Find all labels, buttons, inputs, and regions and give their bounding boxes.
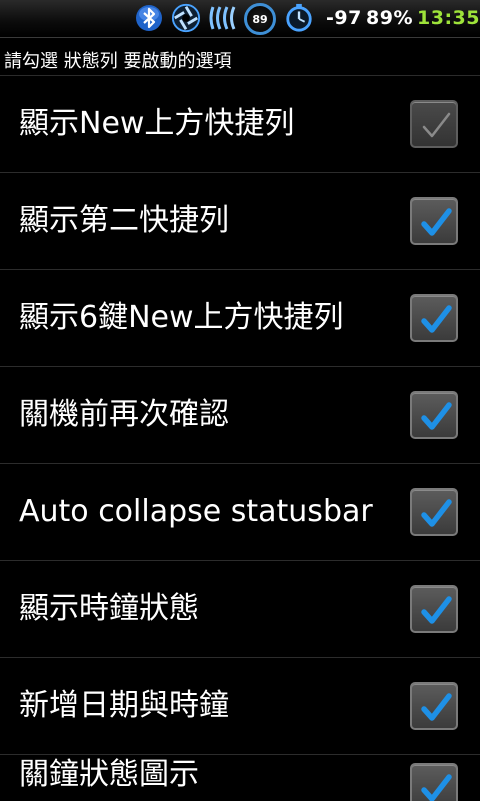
- status-bar: 89 -97 89% 13:35: [0, 0, 480, 38]
- checkmark-icon: [422, 112, 451, 138]
- preference-checkbox[interactable]: [410, 197, 458, 245]
- battery-level: 89: [252, 12, 268, 26]
- section-header: 請勾選 狀態列 要啟動的選項: [0, 38, 480, 76]
- signal-strength: -97: [326, 7, 362, 29]
- preference-checkbox[interactable]: [410, 488, 458, 536]
- checkmark-icon: [421, 208, 452, 236]
- checkmark-icon: [421, 774, 452, 801]
- preference-checkbox[interactable]: [410, 100, 458, 148]
- section-header-title: 請勾選 狀態列 要啟動的選項: [4, 51, 232, 72]
- preference-label: Auto collapse statusbar: [19, 494, 373, 529]
- preference-row[interactable]: 關鐘狀態圖示: [0, 755, 480, 801]
- preference-row[interactable]: Auto collapse statusbar: [0, 464, 480, 561]
- battery-percent: 89%: [366, 7, 413, 29]
- preference-list: 顯示New上方快捷列 顯示第二快捷列 顯示6鍵New上方快捷列 關機前再次確認 …: [0, 76, 480, 801]
- preference-checkbox[interactable]: [410, 585, 458, 633]
- preference-row[interactable]: 顯示時鐘狀態: [0, 561, 480, 658]
- aperture-icon: [171, 3, 201, 33]
- preference-label: 顯示6鍵New上方快捷列: [19, 300, 344, 335]
- stopwatch-icon: [286, 3, 312, 32]
- preference-label: 顯示時鐘狀態: [19, 591, 199, 626]
- checkmark-icon: [421, 305, 452, 333]
- bluetooth-icon: [136, 5, 162, 31]
- wifi-signal-icon: [209, 6, 236, 30]
- battery-circle-icon: 89: [244, 3, 276, 35]
- preference-label: 關鐘狀態圖示: [19, 757, 199, 792]
- checkmark-icon: [421, 693, 452, 721]
- checkmark-icon: [421, 499, 452, 527]
- preference-row[interactable]: 顯示New上方快捷列: [0, 76, 480, 173]
- preference-label: 關機前再次確認: [19, 397, 229, 432]
- checkmark-icon: [421, 596, 452, 624]
- preference-row[interactable]: 顯示6鍵New上方快捷列: [0, 270, 480, 367]
- preference-checkbox[interactable]: [410, 294, 458, 342]
- preference-label: 顯示第二快捷列: [19, 203, 229, 238]
- checkmark-icon: [421, 402, 452, 430]
- preference-checkbox[interactable]: [410, 682, 458, 730]
- clock: 13:35: [417, 7, 480, 29]
- preference-checkbox[interactable]: [410, 391, 458, 439]
- preference-label: 新增日期與時鐘: [19, 688, 229, 723]
- preference-row[interactable]: 關機前再次確認: [0, 367, 480, 464]
- preference-label: 顯示New上方快捷列: [19, 106, 295, 141]
- preference-row[interactable]: 新增日期與時鐘: [0, 658, 480, 755]
- preference-row[interactable]: 顯示第二快捷列: [0, 173, 480, 270]
- preference-checkbox[interactable]: [410, 763, 458, 801]
